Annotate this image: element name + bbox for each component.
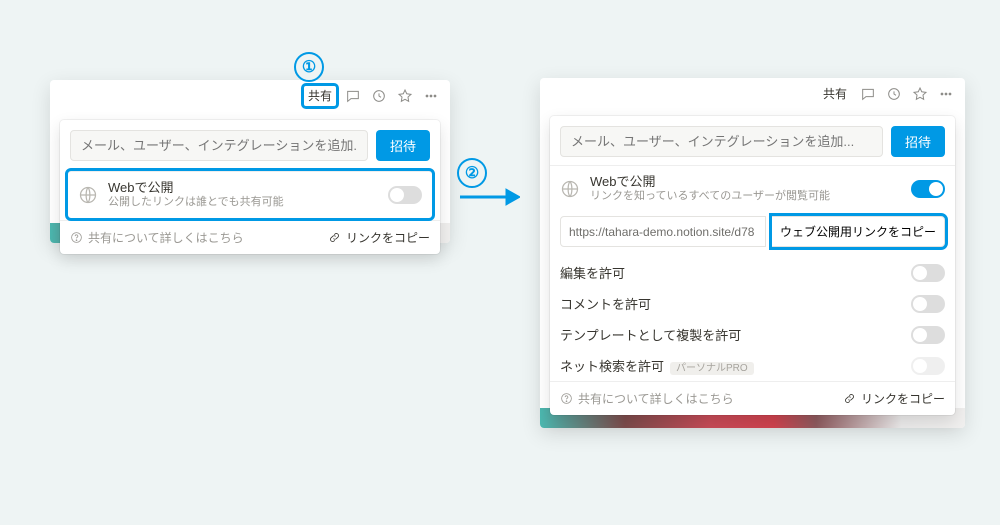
copy-public-link-button[interactable]: ウェブ公開用リンクをコピー — [772, 216, 945, 247]
share-button[interactable]: 共有 — [304, 86, 336, 106]
star-icon[interactable] — [396, 87, 414, 105]
invite-row: 招待 — [550, 116, 955, 165]
globe-icon — [78, 185, 98, 205]
perm-label: ネット検索を許可パーソナルPRO — [560, 356, 754, 375]
share-button[interactable]: 共有 — [819, 84, 851, 104]
more-icon[interactable] — [422, 87, 440, 105]
more-icon[interactable] — [937, 85, 955, 103]
share-card-collapsed: 招待 Webで公開 公開したリンクは誰とでも共有可能 共有について詳しくはこちら… — [60, 120, 440, 254]
invite-input[interactable] — [560, 126, 883, 157]
publish-text: Webで公開 公開したリンクは誰とでも共有可能 — [108, 180, 378, 210]
perm-allow-comment: コメントを許可 — [550, 288, 955, 319]
invite-row: 招待 — [60, 120, 440, 169]
perm-label: テンプレートとして複製を許可 — [560, 325, 741, 344]
learn-more-link[interactable]: 共有について詳しくはこちら — [560, 390, 734, 407]
step-badge-1: ① — [294, 52, 324, 82]
comment-icon[interactable] — [344, 87, 362, 105]
learn-more-link[interactable]: 共有について詳しくはこちら — [70, 229, 244, 246]
page-toolbar: 共有 — [540, 78, 965, 108]
public-link-row: ウェブ公開用リンクをコピー — [550, 212, 955, 257]
perm-label: 編集を許可 — [560, 263, 625, 282]
perm-allow-duplicate: テンプレートとして複製を許可 — [550, 319, 955, 350]
perm-toggle[interactable] — [911, 264, 945, 282]
perm-toggle[interactable] — [911, 295, 945, 313]
share-popover-expanded: 共有 招待 Webで公開 リンクを知っているすべてのユーザーが閲覧可能 ウェブ公… — [540, 78, 965, 428]
publish-web-row[interactable]: Webで公開 リンクを知っているすべてのユーザーが閲覧可能 — [550, 165, 955, 212]
publish-subtitle: リンクを知っているすべてのユーザーが閲覧可能 — [590, 190, 901, 204]
learn-more-label: 共有について詳しくはこちら — [578, 390, 734, 407]
publish-toggle[interactable] — [388, 186, 422, 204]
globe-icon — [560, 179, 580, 199]
step-badge-2: ② — [457, 158, 487, 188]
link-icon — [843, 392, 856, 405]
clock-icon[interactable] — [370, 87, 388, 105]
invite-input[interactable] — [70, 130, 368, 161]
share-popover-collapsed: 共有 招待 Webで公開 公開したリンクは誰とでも共有可能 共有について詳しくは… — [50, 80, 450, 243]
comment-icon[interactable] — [859, 85, 877, 103]
invite-button[interactable]: 招待 — [376, 130, 430, 161]
copy-link-label: リンクをコピー — [861, 390, 945, 407]
copy-link-button[interactable]: リンクをコピー — [328, 229, 430, 246]
learn-more-label: 共有について詳しくはこちら — [88, 229, 244, 246]
clock-icon[interactable] — [885, 85, 903, 103]
pro-badge: パーソナルPRO — [670, 362, 754, 375]
page-toolbar: 共有 — [50, 80, 450, 110]
perm-allow-edit: 編集を許可 — [550, 257, 955, 288]
share-footer: 共有について詳しくはこちら リンクをコピー — [60, 220, 440, 254]
share-card-expanded: 招待 Webで公開 リンクを知っているすべてのユーザーが閲覧可能 ウェブ公開用リ… — [550, 116, 955, 415]
publish-title: Webで公開 — [108, 180, 378, 196]
help-icon — [70, 231, 83, 244]
arrow-icon — [460, 186, 520, 213]
publish-toggle[interactable] — [911, 180, 945, 198]
copy-link-button[interactable]: リンクをコピー — [843, 390, 945, 407]
perm-toggle[interactable] — [911, 326, 945, 344]
perm-label: コメントを許可 — [560, 294, 651, 313]
share-footer: 共有について詳しくはこちら リンクをコピー — [550, 381, 955, 415]
publish-title: Webで公開 — [590, 174, 901, 190]
public-url-field[interactable] — [560, 216, 766, 247]
invite-button[interactable]: 招待 — [891, 126, 945, 157]
perm-toggle-disabled — [911, 357, 945, 375]
publish-web-row[interactable]: Webで公開 公開したリンクは誰とでも共有可能 — [68, 171, 432, 218]
link-icon — [328, 231, 341, 244]
star-icon[interactable] — [911, 85, 929, 103]
publish-subtitle: 公開したリンクは誰とでも共有可能 — [108, 196, 378, 210]
publish-text: Webで公開 リンクを知っているすべてのユーザーが閲覧可能 — [590, 174, 901, 204]
copy-link-label: リンクをコピー — [346, 229, 430, 246]
perm-allow-search-index: ネット検索を許可パーソナルPRO — [550, 350, 955, 381]
help-icon — [560, 392, 573, 405]
